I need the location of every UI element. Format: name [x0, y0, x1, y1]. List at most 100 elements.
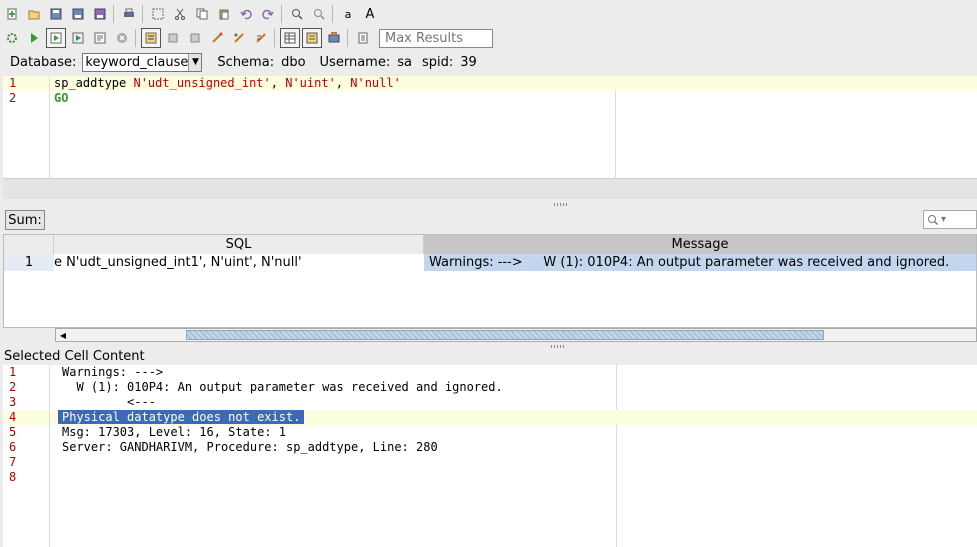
content-line: Msg: 17303, Level: 16, State: 1 [62, 425, 286, 439]
column-header-sql[interactable]: SQL [54, 235, 424, 254]
toolbar-separator [274, 29, 275, 47]
row-number: 1 [4, 254, 54, 271]
font-larger-icon[interactable]: A [360, 4, 380, 24]
cut-icon[interactable] [170, 4, 190, 24]
code-string: N'udt_unsigned_int' [133, 76, 271, 90]
execute-all-icon[interactable] [68, 28, 88, 48]
content-line [50, 455, 977, 470]
line-number: 5 [9, 425, 17, 439]
auto-commit-icon[interactable] [141, 28, 161, 48]
toolbar-separator [332, 5, 333, 23]
find-replace-icon[interactable] [309, 4, 329, 24]
line-number: 8 [9, 470, 17, 484]
content-line: Warnings: ---> [62, 365, 164, 379]
line-number-gutter: 1 2 [3, 76, 50, 178]
undo-icon[interactable] [236, 4, 256, 24]
execute-script-icon[interactable] [90, 28, 110, 48]
spid-label: spid: [421, 54, 454, 70]
open-file-icon[interactable] [24, 4, 44, 24]
save-all-icon[interactable] [90, 4, 110, 24]
explain-icon[interactable] [229, 28, 249, 48]
column-header-message[interactable]: Message [424, 235, 976, 254]
content-line [50, 470, 977, 485]
line-number: 1 [9, 365, 17, 379]
sql-editor[interactable]: 1 2 sp_addtype N'udt_unsigned_int', N'ui… [3, 76, 977, 178]
paste-icon[interactable] [214, 4, 234, 24]
results-text-icon[interactable] [302, 28, 322, 48]
line-number: 4 [3, 410, 49, 425]
database-label: Database: [10, 54, 77, 70]
toolbar-separator [281, 5, 282, 23]
export-icon[interactable] [324, 28, 344, 48]
selected-cell-label: Selected Cell Content [4, 349, 145, 364]
sql-cell[interactable]: e N'udt_unsigned_int1', N'uint', N'null' [54, 254, 424, 271]
stop-icon[interactable] [112, 28, 132, 48]
code-token: , [270, 76, 286, 90]
line-number: 1 [3, 76, 49, 91]
results-toolbar: Sum: ▾ [0, 209, 977, 232]
new-file-icon[interactable] [2, 4, 22, 24]
splitter-grip-icon[interactable] [554, 203, 568, 206]
schema-label: Schema: [217, 54, 275, 70]
chevron-down-icon[interactable]: ▼ [188, 53, 202, 71]
connection-bar: Database: keyword_clause ▼ Schema: dbo U… [0, 52, 977, 72]
line-number: 6 [9, 440, 17, 454]
editor-splitter[interactable] [3, 178, 977, 206]
content-line: <--- [62, 395, 156, 409]
history-icon[interactable] [353, 28, 373, 48]
code-string: N'null' [350, 76, 401, 90]
row-number-header [4, 235, 54, 254]
content-area[interactable]: Warnings: ---> W (1): 010P4: An output p… [50, 365, 977, 485]
results-grid[interactable]: SQL Message 1 e N'udt_unsigned_int1', N'… [3, 234, 977, 328]
scroll-left-icon[interactable]: ◀ [56, 329, 70, 341]
results-search-input[interactable]: ▾ [923, 210, 977, 229]
save-icon[interactable] [46, 4, 66, 24]
line-number: 7 [9, 455, 17, 469]
rollback-icon[interactable] [185, 28, 205, 48]
toolbar-separator [142, 5, 143, 23]
database-value: keyword_clause [85, 54, 189, 70]
selected-cell-content[interactable]: 1 2 3 4 5 6 7 8 Warnings: ---> W (1): 01… [3, 365, 977, 547]
code-line[interactable]: GO [50, 91, 977, 106]
execute-icon[interactable] [24, 28, 44, 48]
run-config-icon[interactable] [2, 28, 22, 48]
username-label: Username: [319, 54, 391, 70]
code-token: sp_addtype [54, 76, 134, 90]
code-area[interactable]: sp_addtype N'udt_unsigned_int', N'uint',… [50, 76, 977, 106]
username-value: sa [397, 54, 412, 70]
grid-horizontal-scrollbar[interactable]: ◀ [55, 328, 977, 342]
max-results-input[interactable] [379, 28, 493, 48]
commit-icon[interactable] [163, 28, 183, 48]
schema-value: dbo [281, 54, 306, 70]
line-number: 3 [9, 395, 17, 409]
spid-value: 39 [460, 54, 477, 70]
toolbar-separator [135, 29, 136, 47]
format-icon[interactable] [207, 28, 227, 48]
copy-icon[interactable] [192, 4, 212, 24]
redo-icon[interactable] [258, 4, 278, 24]
table-row[interactable]: 1 e N'udt_unsigned_int1', N'uint', N'nul… [4, 254, 976, 271]
selected-text[interactable]: Physical datatype does not exist. [58, 410, 305, 424]
toolbar-separator [113, 5, 114, 23]
grid-header: SQL Message [4, 235, 976, 254]
code-line[interactable]: sp_addtype N'udt_unsigned_int', N'uint',… [50, 76, 977, 91]
content-line: Physical datatype does not exist. [50, 410, 977, 425]
execute-current-icon[interactable] [46, 28, 66, 48]
database-select[interactable]: keyword_clause ▼ [82, 52, 203, 72]
message-cell[interactable]: Warnings: ---> W (1): 010P4: An output p… [424, 254, 976, 271]
scrollbar-thumb[interactable] [186, 330, 824, 340]
find-icon[interactable] [287, 4, 307, 24]
content-line: W (1): 010P4: An output parameter was re… [62, 380, 503, 394]
sum-button[interactable]: Sum: [5, 210, 45, 230]
line-number: 2 [9, 380, 17, 394]
print-icon[interactable] [119, 4, 139, 24]
splitter-grip-icon[interactable] [551, 345, 565, 348]
line-number: 2 [9, 91, 17, 105]
select-icon[interactable] [148, 4, 168, 24]
save-as-icon[interactable] [68, 4, 88, 24]
code-token: , [335, 76, 351, 90]
search-icon [928, 214, 939, 225]
query-builder-icon[interactable] [251, 28, 271, 48]
font-smaller-icon[interactable]: a [338, 4, 358, 24]
results-grid-icon[interactable] [280, 28, 300, 48]
